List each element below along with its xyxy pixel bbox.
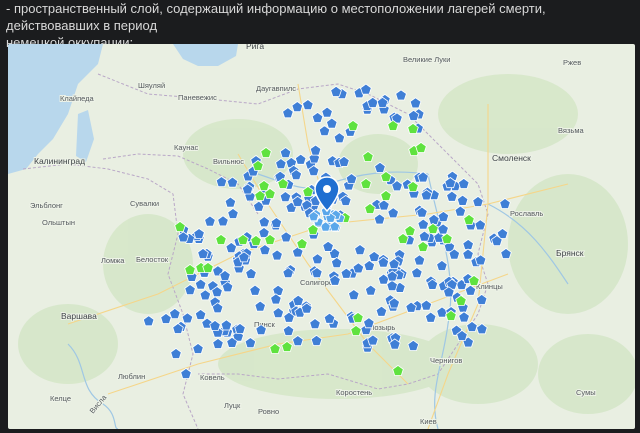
city-label-smolensk: Смоленск (492, 153, 531, 163)
city-label-lomzha: Ломжа (101, 256, 125, 265)
map-view[interactable]: Рига Шяуляй Даугавпилс Великие Луки Ржев Клай… (8, 44, 635, 429)
city-label-kaunas: Каунас (174, 143, 199, 152)
city-label-velikie-luki: Великие Луки (403, 55, 450, 64)
city-label-olshtyn: Ольштын (42, 218, 75, 227)
city-label-varshava: Варшава (61, 311, 97, 321)
city-label-rzhev: Ржев (563, 58, 581, 67)
city-label-shiaulyai: Шяуляй (138, 81, 165, 90)
caption-line-1: - пространственный слой, содержащий инфо… (6, 1, 546, 33)
city-label-panevezhis: Паневежис (178, 93, 217, 102)
city-label-chernigov: Чернигов (430, 356, 462, 365)
city-label-kaliningrad: Калининград (34, 156, 85, 166)
city-label-elblong: Эльблонг (30, 201, 63, 210)
city-label-vilnius: Вильнюс (213, 157, 244, 166)
city-label-suvalki: Сувалки (130, 199, 159, 208)
city-label-kovel: Ковель (200, 373, 225, 382)
city-label-lyublin: Люблин (118, 372, 145, 381)
city-label-vyazma: Вязьма (558, 126, 584, 135)
city-label-roslavl: Рославль (510, 209, 543, 218)
city-label-klaipeda: Клайпеда (60, 94, 95, 103)
city-label-bryansk: Брянск (556, 248, 584, 258)
city-label-daugavpils: Даугавпилс (256, 84, 296, 93)
city-label-kiev: Киев (420, 417, 437, 426)
city-label-rovno: Ровно (258, 407, 279, 416)
city-label-lutsk: Луцк (224, 401, 241, 410)
city-label-klintsy: Клинцы (476, 282, 503, 291)
city-label-belostok: Белосток (136, 255, 169, 264)
city-label-riga: Рига (246, 44, 264, 51)
map-canvas[interactable]: Рига Шяуляй Даугавпилс Великие Луки Ржев Клай… (8, 44, 635, 429)
city-label-korosten: Коростень (336, 388, 372, 397)
city-label-keltse: Келце (50, 394, 71, 403)
city-label-sumy: Сумы (576, 388, 596, 397)
